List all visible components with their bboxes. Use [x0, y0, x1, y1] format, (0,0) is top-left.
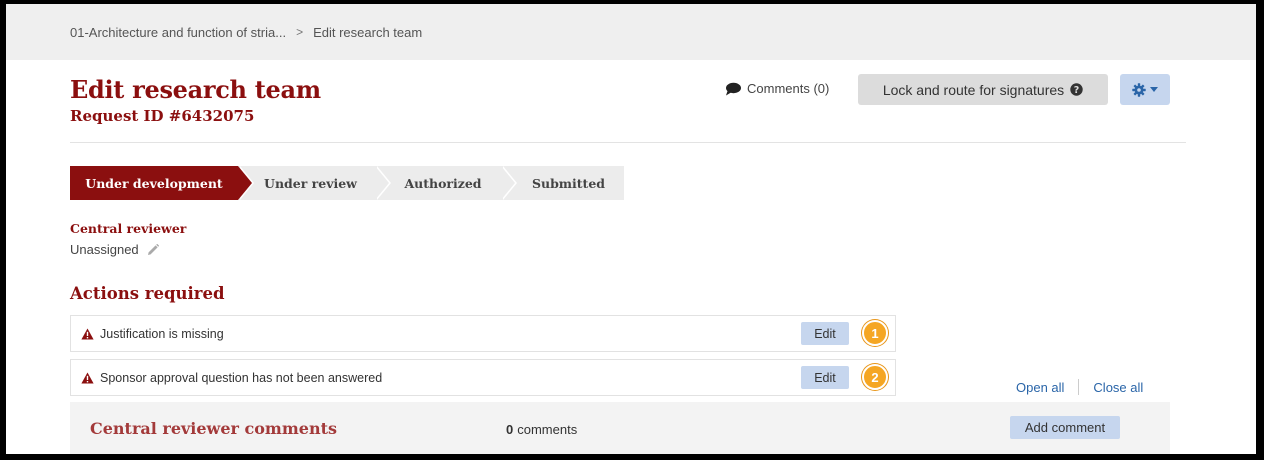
comments-label: Comments (0) — [747, 81, 830, 96]
warning-triangle-icon — [81, 372, 94, 383]
action-text: Justification is missing — [100, 326, 224, 341]
page-title: Edit research team — [70, 75, 321, 104]
speech-bubble-icon — [726, 82, 741, 95]
svg-text:?: ? — [1074, 85, 1080, 96]
header-divider — [70, 142, 1186, 143]
pencil-icon[interactable] — [147, 243, 159, 256]
breadcrumb-separator: > — [296, 25, 304, 39]
actions-required-heading: Actions required — [70, 284, 225, 303]
step-label: Under review — [264, 175, 357, 191]
link-divider — [1078, 379, 1080, 395]
comments-panel-title[interactable]: Central reviewer comments — [90, 419, 337, 438]
add-comment-button[interactable]: Add comment — [1010, 416, 1120, 439]
comments-count-number: 0 — [506, 422, 514, 437]
central-reviewer-comments-panel: Central reviewer comments 0 comments Add … — [70, 402, 1170, 454]
lock-and-route-button[interactable]: Lock and route for signatures ? — [858, 74, 1108, 105]
close-all-link[interactable]: Close all — [1093, 380, 1143, 395]
step-label: Submitted — [531, 175, 606, 191]
request-id: Request ID #6432075 — [70, 107, 255, 125]
step-label: Under development — [85, 175, 223, 191]
lock-button-label: Lock and route for signatures — [882, 81, 1065, 98]
breadcrumb-parent-link[interactable]: 01-Architecture and function of stria... — [70, 25, 286, 40]
breadcrumb-current: Edit research team — [313, 24, 423, 40]
step-submitted: Submitted — [501, 166, 624, 200]
step-under-development: Under development — [70, 166, 254, 200]
central-reviewer-label: Central reviewer — [70, 221, 187, 236]
step-label: Authorized — [404, 175, 482, 191]
open-all-link[interactable]: Open all — [1016, 380, 1064, 395]
status-stepper: Under development Under review Authorize… — [70, 166, 624, 200]
edit-justification-button[interactable]: Edit — [801, 322, 849, 345]
reviewer-name: Unassigned — [70, 242, 139, 257]
warning-triangle-icon — [81, 328, 94, 339]
comments-link[interactable]: Comments (0) — [725, 81, 829, 96]
action-item: Sponsor approval question has not been a… — [70, 359, 896, 396]
caret-down-icon — [1150, 87, 1158, 92]
action-item: Justification is missing Edit 1 — [70, 315, 896, 352]
comments-count: 0 comments — [506, 422, 577, 437]
settings-dropdown-button[interactable] — [1120, 74, 1170, 105]
central-reviewer-value: Unassigned — [70, 242, 159, 257]
step-under-review: Under review — [238, 166, 391, 200]
action-text: Sponsor approval question has not been a… — [100, 370, 383, 385]
question-circle-icon: ? — [1070, 83, 1083, 96]
expand-collapse-controls: Open all Close all — [1016, 379, 1143, 395]
breadcrumb: 01-Architecture and function of stria...… — [6, 4, 1256, 60]
gear-icon — [1132, 82, 1146, 97]
step-authorized: Authorized — [375, 166, 517, 200]
step-number-badge: 1 — [862, 320, 888, 346]
edit-sponsor-approval-button[interactable]: Edit — [801, 366, 849, 389]
comments-count-label: comments — [517, 422, 578, 437]
step-number-badge: 2 — [862, 364, 888, 390]
app-window: 01-Architecture and function of stria...… — [6, 4, 1256, 454]
